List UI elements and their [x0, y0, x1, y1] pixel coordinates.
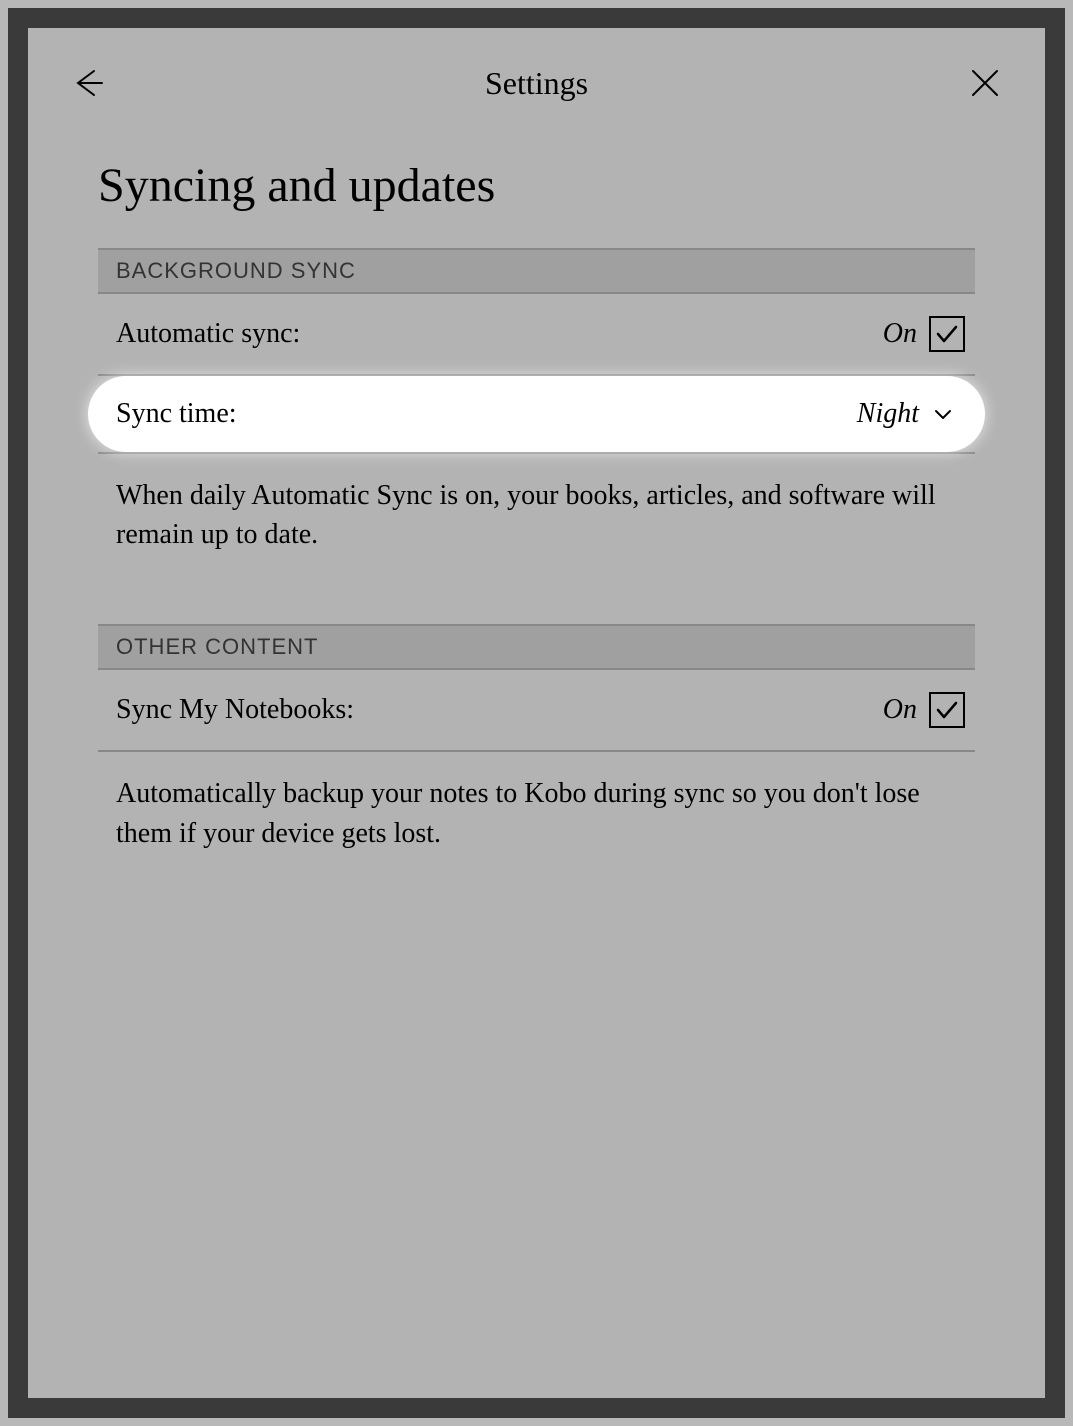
- section-header-background-sync: BACKGROUND SYNC: [98, 248, 975, 294]
- header-title: Settings: [485, 65, 588, 102]
- chevron-down-icon: [932, 403, 954, 425]
- sync-time-dropdown[interactable]: [931, 402, 955, 426]
- checkmark-icon: [933, 696, 961, 724]
- page-title: Syncing and updates: [98, 158, 975, 213]
- sync-notebooks-row[interactable]: Sync My Notebooks: On: [98, 670, 975, 752]
- automatic-sync-label: Automatic sync:: [116, 318, 300, 350]
- back-button[interactable]: [68, 63, 108, 103]
- sync-notebooks-value: On: [883, 694, 917, 726]
- other-content-description: Automatically backup your notes to Kobo …: [98, 752, 975, 892]
- checkmark-icon: [933, 320, 961, 348]
- close-icon: [967, 65, 1003, 101]
- automatic-sync-value: On: [883, 318, 917, 350]
- sync-notebooks-checkbox[interactable]: [929, 692, 965, 728]
- close-button[interactable]: [965, 63, 1005, 103]
- sync-time-value: Night: [857, 398, 919, 430]
- sync-time-label: Sync time:: [116, 398, 237, 430]
- back-arrow-icon: [70, 65, 106, 101]
- settings-header: Settings: [28, 28, 1045, 128]
- section-header-other-content: OTHER CONTENT: [98, 624, 975, 670]
- sync-notebooks-label: Sync My Notebooks:: [116, 694, 354, 726]
- sync-time-row[interactable]: Sync time: Night: [88, 376, 985, 452]
- background-sync-description: When daily Automatic Sync is on, your bo…: [98, 454, 975, 594]
- automatic-sync-row[interactable]: Automatic sync: On: [98, 294, 975, 376]
- automatic-sync-checkbox[interactable]: [929, 316, 965, 352]
